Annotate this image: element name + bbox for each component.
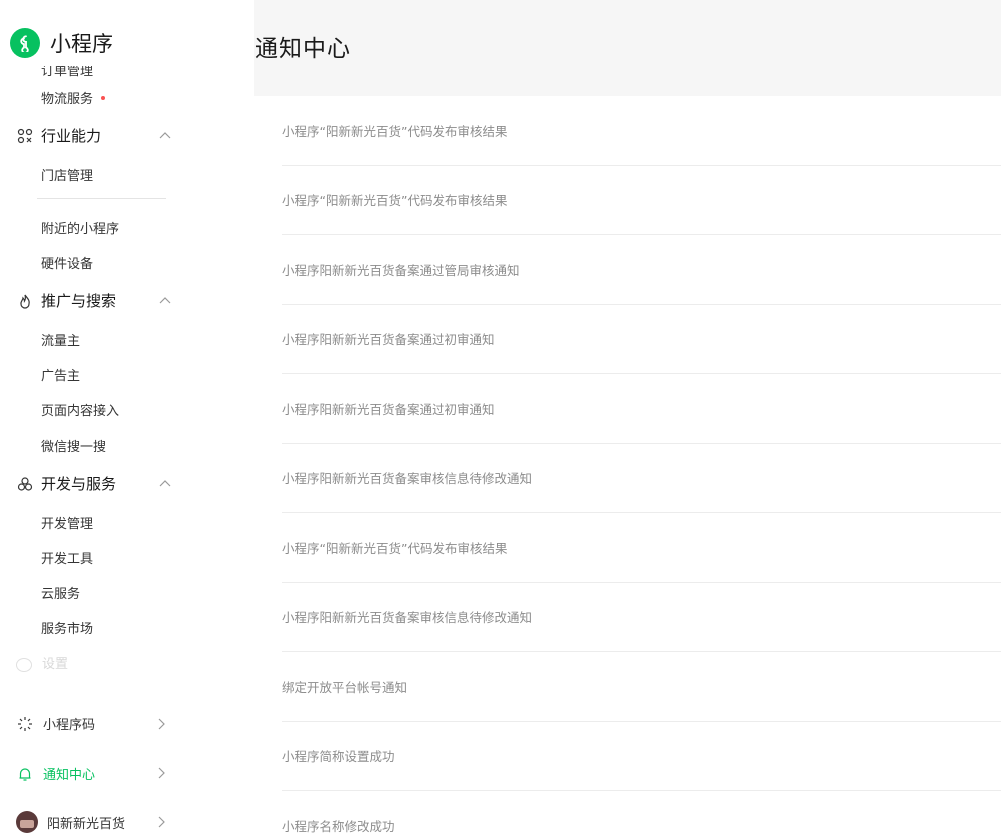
- chevron-right-icon[interactable]: [154, 717, 168, 731]
- sidebar-item-advertiser[interactable]: 广告主: [41, 365, 80, 384]
- sidebar-item-hardware[interactable]: 硬件设备: [41, 253, 93, 272]
- account-menu[interactable]: 阳新新光百货: [16, 811, 125, 833]
- notification-item[interactable]: 绑定开放平台帐号通知: [282, 652, 1001, 722]
- sidebar-item-cloud[interactable]: 云服务: [41, 583, 80, 602]
- sidebar-item-label: 物流服务: [41, 92, 94, 107]
- chevron-right-icon[interactable]: [154, 766, 168, 780]
- menu-group-label: 开发与服务: [41, 475, 117, 493]
- notification-item[interactable]: 小程序阳新新光百货备案通过初审通知: [282, 305, 1001, 374]
- sidebar-item-traffic-owner[interactable]: 流量主: [41, 330, 80, 349]
- flame-icon: [16, 292, 34, 310]
- notification-item[interactable]: 小程序阳新新光百货备案审核信息待修改通知: [282, 583, 1001, 652]
- menu-group-label: 推广与搜索: [41, 292, 117, 310]
- menu-group-promo[interactable]: 推广与搜索: [16, 290, 116, 311]
- sidebar-item-qrcode[interactable]: 小程序码: [16, 714, 95, 733]
- sidebar-item-label: 小程序码: [43, 718, 96, 733]
- sidebar-item-page-content[interactable]: 页面内容接入: [41, 400, 119, 419]
- chevron-up-icon[interactable]: [158, 294, 172, 308]
- notification-item[interactable]: 小程序阳新新光百货备案通过管局审核通知: [282, 235, 1001, 305]
- notification-list: 小程序“阳新新光百货”代码发布审核结果 小程序“阳新新光百货”代码发布审核结果 …: [282, 96, 1001, 838]
- notification-panel: 小程序“阳新新光百货”代码发布审核结果 小程序“阳新新光百货”代码发布审核结果 …: [254, 96, 1001, 838]
- sidebar: 小程序 订单管理 物流服务 行业能力 门店管理 附近的小程序 硬件设备 推广与搜…: [0, 0, 254, 838]
- sidebar-menu: 订单管理 物流服务 行业能力 门店管理 附近的小程序 硬件设备 推广与搜索 流量…: [0, 66, 254, 688]
- sidebar-item-dev-manage[interactable]: 开发管理: [41, 513, 93, 532]
- notification-item[interactable]: 小程序“阳新新光百货”代码发布审核结果: [282, 513, 1001, 583]
- sidebar-item-notifications[interactable]: 通知中心: [16, 764, 95, 783]
- notification-item[interactable]: 小程序阳新新光百货备案通过初审通知: [282, 374, 1001, 444]
- sidebar-item-label: 设置: [42, 657, 69, 672]
- notification-item[interactable]: 小程序简称设置成功: [282, 722, 1001, 791]
- industry-icon: [16, 127, 34, 145]
- unread-dot: [101, 95, 106, 100]
- logo-text: 小程序: [50, 32, 113, 56]
- menu-group-label: 行业能力: [41, 127, 102, 145]
- sidebar-item-label: 通知中心: [43, 768, 96, 783]
- menu-group-dev[interactable]: 开发与服务: [16, 473, 116, 494]
- page-title: 通知中心: [255, 36, 351, 62]
- sidebar-item-wechat-search[interactable]: 微信搜一搜: [41, 436, 106, 455]
- chevron-up-icon[interactable]: [158, 129, 172, 143]
- sidebar-item-settings-faded[interactable]: 设置: [16, 653, 68, 672]
- sidebar-item-label: 订单管理: [41, 66, 94, 78]
- dev-services-icon: [16, 475, 34, 493]
- gear-icon: [16, 657, 32, 672]
- sidebar-item-orders[interactable]: 订单管理: [41, 66, 93, 78]
- notification-item[interactable]: 小程序阳新新光百货备案审核信息待修改通知: [282, 444, 1001, 513]
- chevron-up-icon[interactable]: [158, 477, 172, 491]
- sidebar-item-nearby[interactable]: 附近的小程序: [41, 218, 119, 237]
- account-name: 阳新新光百货: [47, 816, 126, 832]
- sidebar-item-service-market[interactable]: 服务市场: [41, 618, 93, 637]
- notification-item[interactable]: 小程序“阳新新光百货”代码发布审核结果: [282, 166, 1001, 235]
- qrcode-sun-icon: [16, 715, 34, 733]
- bell-icon: [16, 765, 34, 783]
- avatar: [16, 811, 38, 833]
- sidebar-item-dev-tools[interactable]: 开发工具: [41, 548, 93, 567]
- menu-group-industry[interactable]: 行业能力: [16, 125, 101, 146]
- logo[interactable]: 小程序: [10, 27, 113, 59]
- miniprogram-logo-icon: [10, 28, 40, 58]
- chevron-right-icon[interactable]: [154, 815, 168, 829]
- divider: [37, 198, 166, 199]
- sidebar-item-logistics[interactable]: 物流服务: [41, 88, 106, 107]
- notification-item[interactable]: 小程序名称修改成功: [282, 791, 1001, 838]
- sidebar-item-store[interactable]: 门店管理: [41, 165, 93, 184]
- notification-item[interactable]: 小程序“阳新新光百货”代码发布审核结果: [282, 96, 1001, 166]
